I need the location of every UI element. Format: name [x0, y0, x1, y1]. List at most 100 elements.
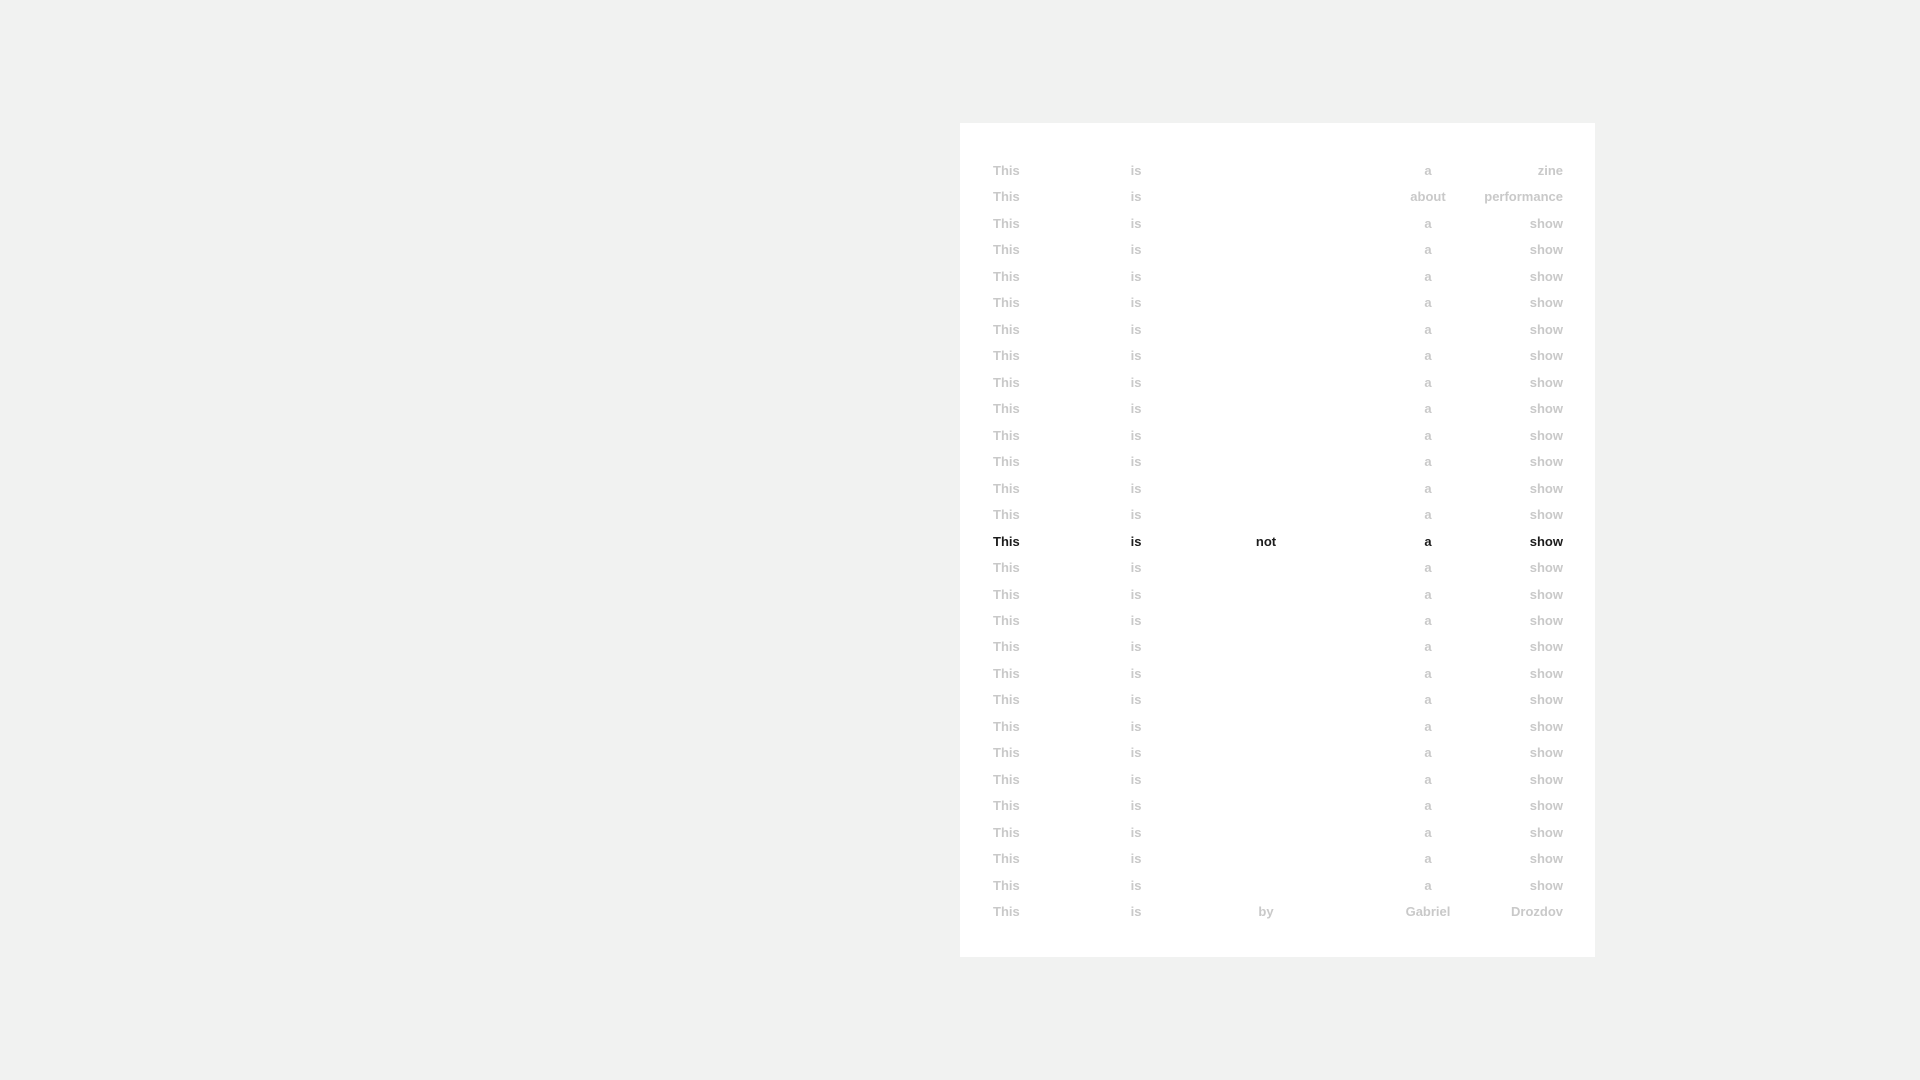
word-c1: This	[993, 586, 1020, 602]
word-c2: is	[1130, 480, 1142, 496]
word-c1: This	[993, 374, 1020, 390]
word-c4: a	[1424, 639, 1432, 655]
word-c2: is	[1130, 692, 1142, 708]
text-row: This is a show	[993, 608, 1563, 634]
word-c2: is	[1130, 295, 1142, 311]
word-c5: show	[1529, 480, 1563, 496]
text-row: This is a show	[993, 211, 1563, 237]
word-c2: is	[1130, 798, 1142, 814]
word-c2: is	[1130, 639, 1142, 655]
word-c5: show	[1529, 665, 1563, 681]
text-row: This is a show	[993, 687, 1563, 713]
word-c5: show	[1529, 454, 1563, 470]
word-c4: a	[1424, 427, 1432, 443]
word-c2: is	[1130, 904, 1142, 920]
word-c2: is	[1130, 163, 1142, 178]
word-c4: a	[1424, 374, 1432, 390]
word-c5: show	[1529, 851, 1563, 867]
word-c4: a	[1424, 507, 1432, 523]
word-c2: is	[1130, 718, 1142, 734]
text-row: This is a show	[993, 582, 1563, 608]
word-c4: a	[1424, 692, 1432, 708]
word-c5: show	[1529, 612, 1563, 628]
text-row: This is a show	[993, 264, 1563, 290]
text-row: This is a zine	[993, 158, 1563, 184]
word-c2: is	[1130, 824, 1142, 840]
word-c5: show	[1529, 215, 1563, 231]
word-c5: show	[1529, 877, 1563, 893]
word-c2: is	[1130, 268, 1142, 284]
word-c2: is	[1130, 533, 1142, 549]
word-c1: This	[993, 480, 1020, 496]
word-c1: This	[993, 851, 1020, 867]
word-c1: This	[993, 427, 1020, 443]
word-c4: a	[1424, 480, 1432, 496]
word-c1: This	[993, 560, 1020, 576]
word-c5: show	[1529, 321, 1563, 337]
word-c2: is	[1130, 507, 1142, 523]
word-c5: show	[1529, 242, 1563, 258]
word-c1: This	[993, 215, 1020, 231]
word-c1: This	[993, 242, 1020, 258]
text-row: This is a show	[993, 502, 1563, 528]
text-row: This is a show	[993, 873, 1563, 899]
word-c5: show	[1529, 586, 1563, 602]
word-c2: is	[1130, 771, 1142, 787]
word-c2: is	[1130, 665, 1142, 681]
word-c1: This	[993, 321, 1020, 337]
word-c1: This	[993, 877, 1020, 893]
word-c1: This	[993, 533, 1020, 549]
text-grid: This is a zine This is about performance This is a…	[993, 158, 1563, 926]
text-row: This is a show	[993, 237, 1563, 263]
text-row: This is about performance	[993, 184, 1563, 210]
word-c5: show	[1529, 507, 1563, 523]
word-c5: show	[1529, 401, 1563, 417]
word-c1: This	[993, 401, 1020, 417]
word-c5: show	[1529, 295, 1563, 311]
word-c4: a	[1424, 612, 1432, 628]
word-c1: This	[993, 798, 1020, 814]
word-c4: a	[1424, 824, 1432, 840]
word-c5: show	[1529, 718, 1563, 734]
text-row: This is a show	[993, 661, 1563, 687]
word-c1: This	[993, 348, 1020, 364]
word-c4: a	[1424, 745, 1432, 761]
word-c2: is	[1130, 877, 1142, 893]
word-c2: is	[1130, 745, 1142, 761]
word-c4: a	[1424, 533, 1432, 549]
word-c5: show	[1529, 771, 1563, 787]
word-c4: a	[1424, 401, 1432, 417]
text-row: This is a show	[993, 846, 1563, 872]
text-row: This is a show	[993, 449, 1563, 475]
word-c4: a	[1424, 718, 1432, 734]
word-c1: This	[993, 692, 1020, 708]
word-c4: a	[1424, 798, 1432, 814]
word-c1: This	[993, 454, 1020, 470]
highlighted-row: This is not a show	[993, 529, 1563, 555]
text-row: This is a show	[993, 767, 1563, 793]
word-c3: by	[1258, 904, 1274, 920]
word-c2: is	[1130, 374, 1142, 390]
word-c1: This	[993, 771, 1020, 787]
zine-page: This is a zine This is about performance This is a…	[960, 123, 1595, 957]
word-c2: is	[1130, 189, 1142, 205]
word-c4: a	[1424, 586, 1432, 602]
text-row: This is a show	[993, 476, 1563, 502]
word-c5: performance	[1484, 189, 1563, 205]
text-row: This is a show	[993, 555, 1563, 581]
word-c4: a	[1424, 163, 1432, 178]
text-row: This is a show	[993, 634, 1563, 660]
word-c1: This	[993, 824, 1020, 840]
word-c4: a	[1424, 321, 1432, 337]
word-c4: a	[1424, 295, 1432, 311]
word-c1: This	[993, 189, 1020, 205]
word-c2: is	[1130, 586, 1142, 602]
word-c1: This	[993, 295, 1020, 311]
word-c5: zine	[1537, 163, 1563, 178]
word-c1: This	[993, 745, 1020, 761]
word-c4: a	[1424, 560, 1432, 576]
word-c1: This	[993, 718, 1020, 734]
word-c2: is	[1130, 560, 1142, 576]
word-c4: a	[1424, 771, 1432, 787]
word-c5: show	[1529, 560, 1563, 576]
